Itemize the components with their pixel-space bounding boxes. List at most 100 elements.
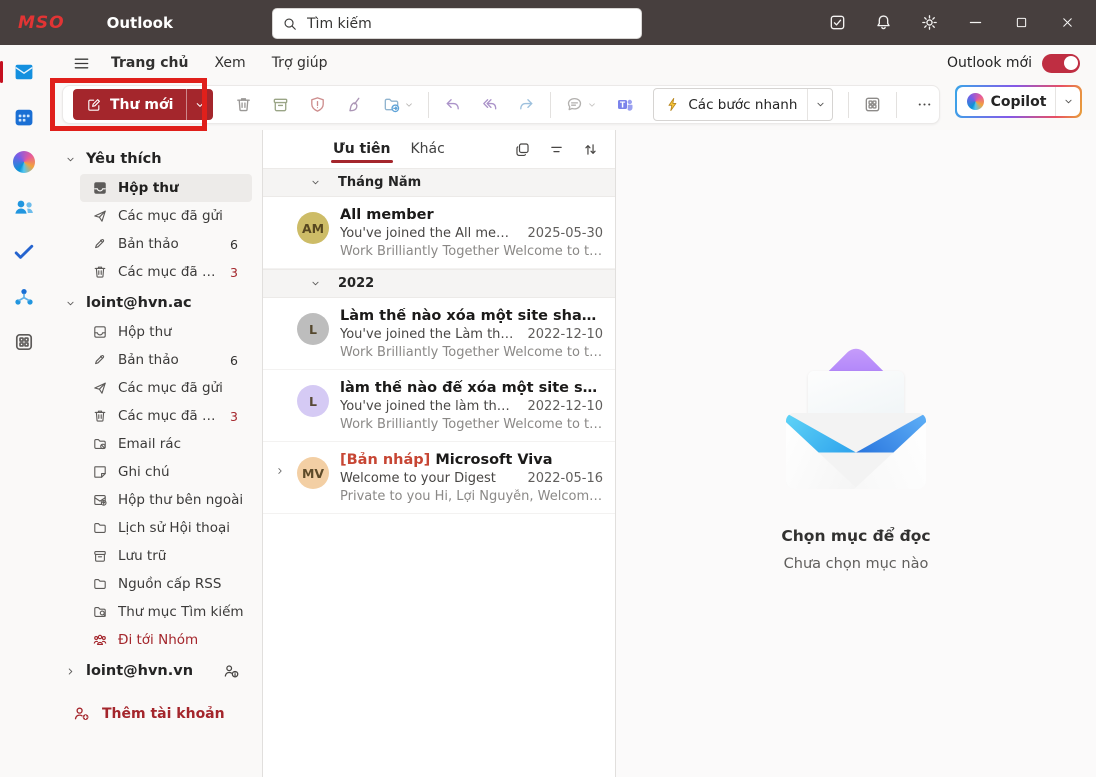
filter-button[interactable]: [543, 136, 569, 162]
message-preview: Work Brilliantly Together Welcome to the…: [340, 244, 603, 259]
folder-label: Các mục đã gửi: [118, 208, 223, 224]
mail-app-icon: [12, 60, 36, 84]
sidebar-item[interactable]: Nguồn cấp RSS: [80, 570, 252, 598]
archive-button[interactable]: [262, 89, 299, 120]
message-row[interactable]: L Làm thế nào xóa một site sharepoint You'…: [263, 298, 615, 370]
message-row[interactable]: AM All member You've joined the All memb..…: [263, 197, 615, 269]
sender-name: All member: [340, 207, 434, 223]
sidebar-item[interactable]: Thư mục Tìm kiếm: [80, 598, 252, 626]
delete-button[interactable]: [225, 89, 262, 120]
message-sender: [Bản nháp] Microsoft Viva: [340, 452, 603, 468]
message-subject: You've joined the All memb...: [340, 226, 528, 241]
folder-move-icon: [382, 95, 401, 114]
sidebar-item[interactable]: Hộp thư: [80, 174, 252, 202]
reply-button[interactable]: [434, 89, 471, 120]
select-all-icon: [514, 141, 531, 158]
more-options-button[interactable]: [902, 89, 946, 120]
sender-name: Microsoft Viva: [435, 452, 553, 468]
person-info-icon[interactable]: [222, 662, 240, 680]
quick-steps-dropdown[interactable]: [808, 89, 832, 120]
reading-pane-button[interactable]: [854, 89, 891, 120]
chevron-down-icon: [814, 98, 827, 111]
search-box[interactable]: [272, 8, 642, 39]
sidebar-item[interactable]: Ghi chú: [80, 458, 252, 486]
empty-state-title: Chọn mục để đọc: [781, 527, 931, 545]
sweep-button[interactable]: [336, 89, 373, 120]
chevron-down-icon: [309, 277, 322, 290]
new-mail-button[interactable]: Thư mới: [73, 89, 188, 120]
sidebar-item[interactable]: Hộp thư bên ngoài: [80, 486, 252, 514]
section-label: loint@hvn.ac: [86, 295, 192, 311]
message-list-tab-focused[interactable]: Ưu tiên: [331, 130, 392, 168]
sidebar-item[interactable]: Lưu trữ: [80, 542, 252, 570]
sidebar-item[interactable]: Bản thảo 6: [80, 230, 252, 258]
sidebar-item[interactable]: Hộp thư: [80, 318, 252, 346]
rail-copilot-button[interactable]: [0, 147, 48, 177]
add-account-button[interactable]: Thêm tài khoản: [72, 704, 262, 723]
copilot-dropdown[interactable]: [1056, 87, 1080, 117]
sidebar-section-header[interactable]: Yêu thích: [48, 144, 262, 174]
group-label: 2022: [338, 276, 375, 291]
message-row[interactable]: Llàm thế nào để xóa một site sharepo... Y…: [263, 370, 615, 442]
maximize-button[interactable]: [998, 0, 1044, 45]
sidebar-item[interactable]: Các mục đã gửi: [80, 374, 252, 402]
notifications-button[interactable]: [860, 0, 906, 45]
teams-icon: T: [615, 95, 635, 115]
new-mail-split-button[interactable]: Thư mới: [73, 89, 214, 120]
message-group-header[interactable]: 2022: [263, 269, 615, 298]
settings-button[interactable]: [906, 0, 952, 45]
ellipsis-icon: [915, 95, 934, 114]
teams-share-button[interactable]: T: [606, 89, 643, 120]
rail-people-button[interactable]: [0, 192, 48, 222]
copilot-button[interactable]: Copilot: [956, 86, 1081, 117]
search-input[interactable]: [305, 14, 632, 33]
move-to-button[interactable]: [373, 89, 423, 120]
menu-tab-xem[interactable]: Xem: [201, 45, 258, 81]
report-button[interactable]: [299, 89, 336, 120]
forward-button[interactable]: [508, 89, 545, 120]
rail-apps-button[interactable]: [0, 327, 48, 357]
chat-icon: [565, 95, 584, 114]
sidebar-item[interactable]: Các mục đã gửi: [80, 202, 252, 230]
sort-icon: [582, 141, 599, 158]
inbox-icon: [92, 180, 108, 196]
folder-label: Các mục đã Xóa: [118, 408, 221, 424]
sidebar-item[interactable]: Đi tới Nhóm: [80, 626, 252, 654]
sidebar-item[interactable]: Các mục đã Xóa 3: [80, 258, 252, 286]
folder-label: Bản thảo: [118, 352, 179, 368]
quick-steps-button[interactable]: Các bước nhanh: [653, 88, 834, 121]
rail-calendar-button[interactable]: [0, 102, 48, 132]
archive-icon: [92, 548, 108, 564]
select-messages-button[interactable]: [509, 136, 535, 162]
copilot-label: Copilot: [990, 93, 1047, 110]
hamburger-button[interactable]: [64, 48, 98, 78]
expand-conversation-chevron-icon[interactable]: [274, 465, 286, 504]
sidebar-item[interactable]: Các mục đã Xóa 3: [80, 402, 252, 430]
sidebar-item[interactable]: Lịch sử Hội thoại: [80, 514, 252, 542]
new-outlook-toggle[interactable]: [1042, 53, 1080, 73]
tasks-button[interactable]: [814, 0, 860, 45]
message-group-header[interactable]: Tháng Năm: [263, 168, 615, 197]
new-mail-dropdown[interactable]: [187, 89, 213, 120]
menu-tab-trang-chủ[interactable]: Trang chủ: [98, 45, 201, 81]
sort-button[interactable]: [577, 136, 603, 162]
reply-all-button[interactable]: [471, 89, 508, 120]
message-list-tab-other[interactable]: Khác: [411, 130, 445, 168]
chat-button[interactable]: [556, 89, 606, 120]
trash-icon: [234, 95, 253, 114]
sidebar-section-header[interactable]: loint@hvn.vn: [48, 656, 262, 686]
message-preview: Work Brilliantly Together Welcome to the…: [340, 417, 603, 432]
minimize-button[interactable]: [952, 0, 998, 45]
chevron-right-icon: [64, 665, 77, 678]
menu-tab-trợ-giúp[interactable]: Trợ giúp: [259, 45, 341, 81]
rail-mail-button[interactable]: [0, 57, 48, 87]
message-row[interactable]: MV [Bản nháp] Microsoft Viva Welcome to yo…: [263, 442, 615, 514]
avatar: L: [297, 313, 329, 345]
sidebar-section-header[interactable]: loint@hvn.ac: [48, 288, 262, 318]
close-button[interactable]: [1044, 0, 1090, 45]
filter-icon: [548, 141, 565, 158]
rail-org-button[interactable]: [0, 282, 48, 312]
sidebar-item[interactable]: Email rác: [80, 430, 252, 458]
sidebar-item[interactable]: Bản thảo 6: [80, 346, 252, 374]
rail-todo-button[interactable]: [0, 237, 48, 267]
